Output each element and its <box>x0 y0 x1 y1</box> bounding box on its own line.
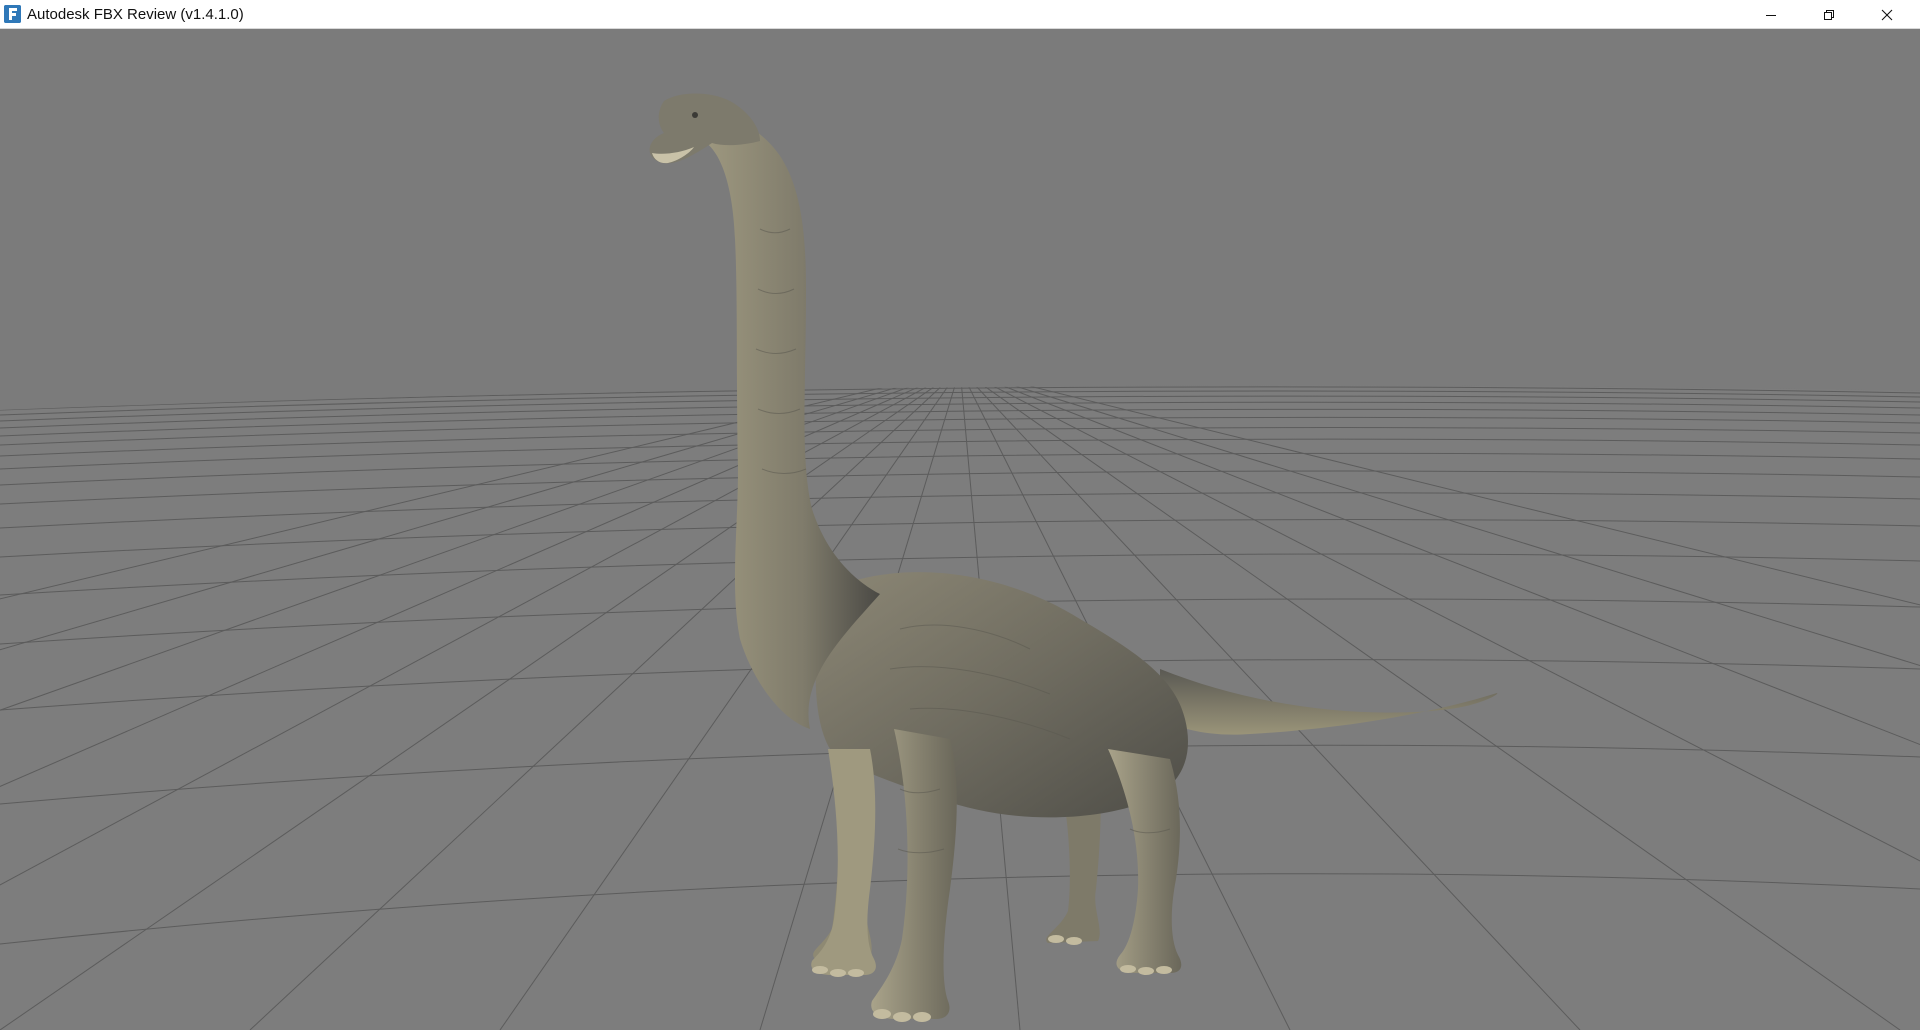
close-button[interactable] <box>1858 0 1916 29</box>
minimize-button[interactable] <box>1742 0 1800 29</box>
3d-viewport[interactable] <box>0 29 1920 1030</box>
window-title: Autodesk FBX Review (v1.4.1.0) <box>27 6 244 23</box>
viewport-canvas <box>0 29 1920 1030</box>
restore-button[interactable] <box>1800 0 1858 29</box>
close-icon <box>1881 9 1893 20</box>
title-bar[interactable]: Autodesk FBX Review (v1.4.1.0) <box>0 0 1920 29</box>
app-window: Autodesk FBX Review (v1.4.1.0) <box>0 0 1920 1030</box>
minimize-icon <box>1766 14 1776 16</box>
fbx-review-icon <box>4 5 21 23</box>
restore-icon <box>1824 9 1834 20</box>
